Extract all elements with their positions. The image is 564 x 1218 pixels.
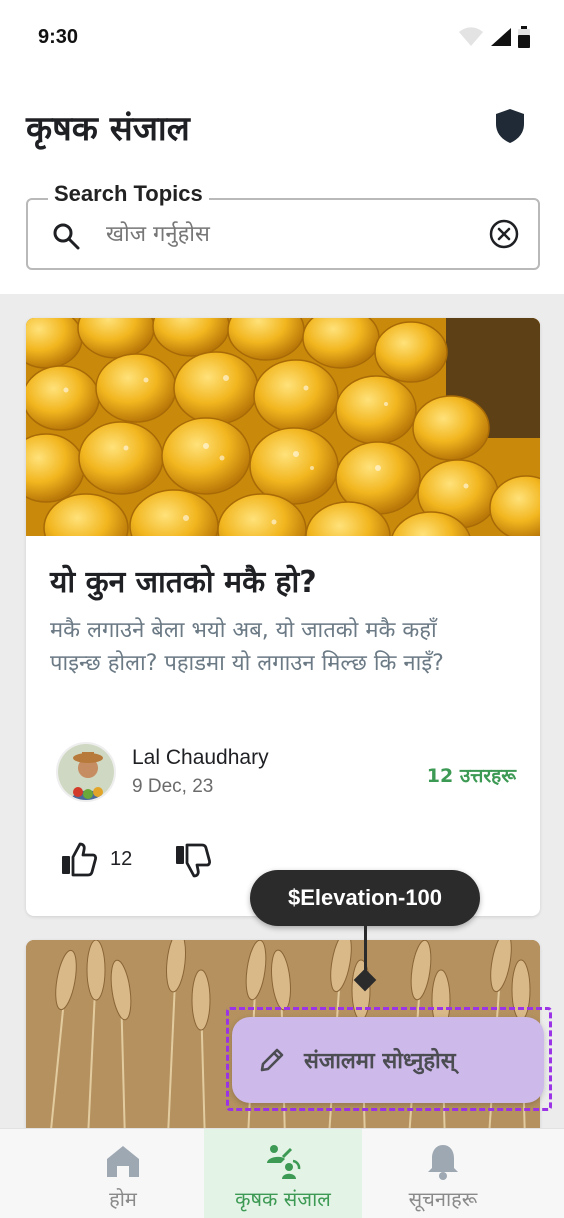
bell-icon: [428, 1145, 458, 1180]
signal-icon: [491, 28, 511, 46]
app-header: कृषक संजाल: [0, 78, 564, 174]
battery-icon: [518, 26, 530, 48]
search-input[interactable]: [106, 214, 476, 254]
ask-network-button[interactable]: संजालमा सोध्नुहोस्: [232, 1017, 544, 1103]
like-count: 12: [110, 848, 133, 870]
thumbs-up-icon[interactable]: [60, 840, 98, 878]
pencil-icon: [260, 1048, 284, 1072]
clear-icon[interactable]: [488, 218, 520, 250]
post-body: मकै लगाउने बेला भयो अब, यो जातको मकै कहा…: [50, 618, 444, 676]
post-card[interactable]: यो कुन जातको मकै हो? मकै लगाउने बेला भयो…: [26, 318, 540, 916]
post-image: [26, 318, 540, 536]
thumbs-down-icon[interactable]: [174, 842, 212, 880]
farmer-network-icon: [267, 1145, 301, 1179]
nav-item-home[interactable]: होम: [44, 1129, 202, 1218]
status-bar: 9:30: [0, 0, 564, 78]
status-icons: [458, 26, 530, 48]
nav-item-notifications[interactable]: सूचनाहरू: [364, 1129, 522, 1218]
nav-label: होम: [109, 1187, 137, 1211]
nav-label: कृषक संजाल: [235, 1187, 331, 1211]
answers-count[interactable]: 12 उत्तरहरू: [427, 762, 516, 788]
nav-item-farmer-network[interactable]: कृषक संजाल: [204, 1129, 362, 1218]
fab-label: संजालमा सोध्नुहोस्: [304, 1049, 456, 1074]
post-author[interactable]: Lal Chaudhary 9 Dec, 23 12 उत्तरहरू: [56, 742, 516, 806]
shield-icon[interactable]: [494, 108, 526, 144]
bottom-navigation: होम कृषक संजाल सूचनाहरू: [0, 1128, 564, 1218]
wifi-icon: [459, 27, 483, 46]
corn-kernels-image: [26, 318, 540, 536]
post-feed[interactable]: यो कुन जातको मकै हो? मकै लगाउने बेला भयो…: [0, 294, 564, 1128]
search-icon: [53, 223, 80, 250]
search-label: Search Topics: [48, 181, 209, 207]
page-title: कृषक संजाल: [26, 109, 190, 149]
post-date: 9 Dec, 23: [132, 776, 214, 797]
post-title[interactable]: यो कुन जातको मकै हो?: [50, 560, 317, 601]
elevation-tooltip: $Elevation-100: [250, 870, 480, 926]
nav-label: सूचनाहरू: [408, 1187, 478, 1211]
status-time: 9:30: [38, 26, 79, 48]
home-icon: [107, 1146, 139, 1177]
avatar[interactable]: [56, 742, 116, 802]
author-name[interactable]: Lal Chaudhary: [132, 746, 269, 770]
search-field[interactable]: Search Topics: [26, 181, 540, 270]
